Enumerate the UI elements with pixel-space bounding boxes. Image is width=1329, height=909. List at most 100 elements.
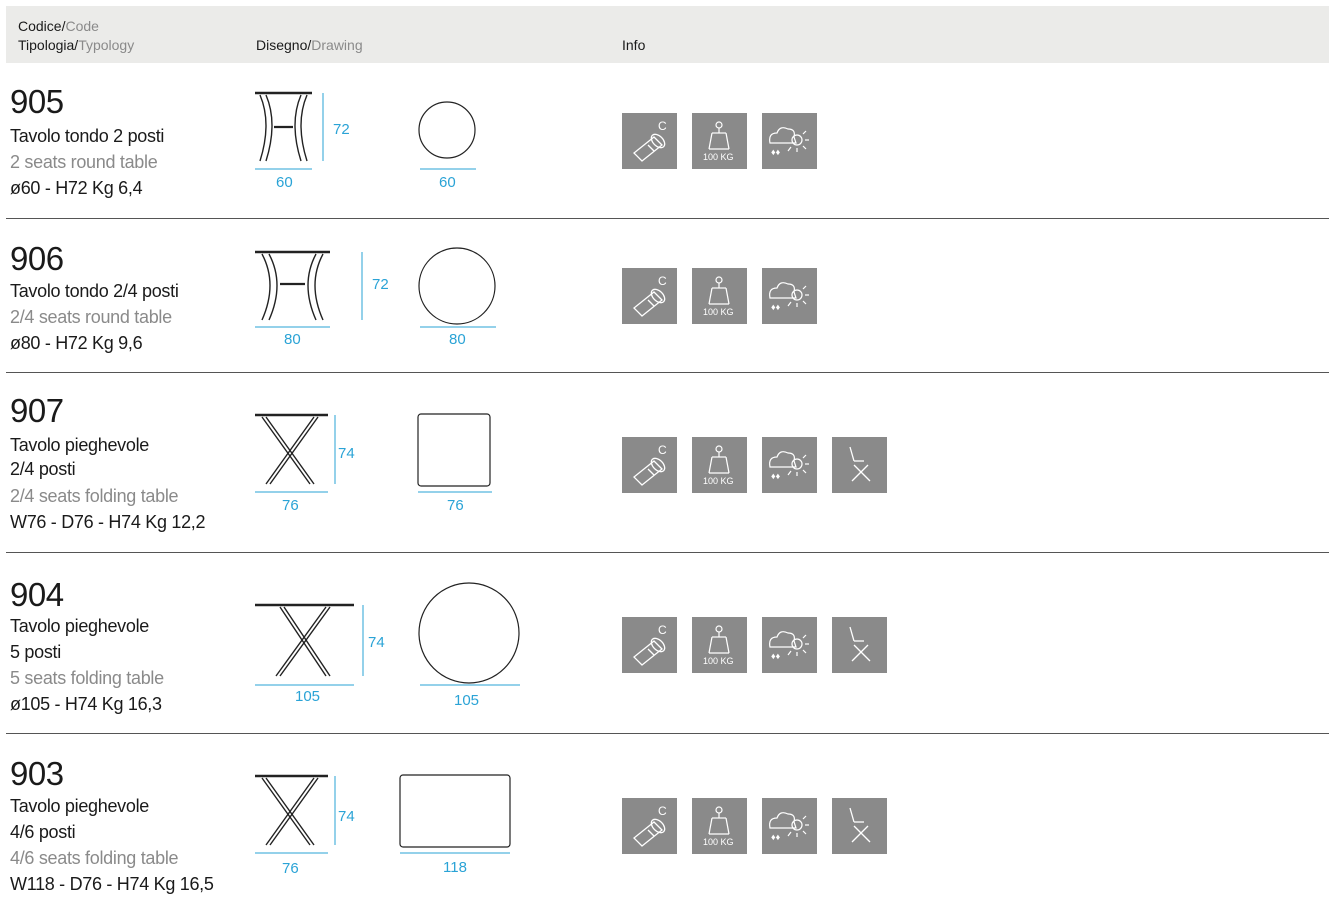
top-view	[418, 582, 520, 684]
load-label: 100 KG	[703, 152, 734, 162]
load-100kg-icon: 100 KG	[692, 798, 747, 854]
header-typology-it: Tipologia/	[18, 37, 79, 53]
svg-text:♦♦: ♦♦	[771, 147, 781, 157]
folding-icon	[832, 437, 887, 493]
side-view	[255, 91, 312, 162]
outdoor-weather-icon: ♦♦	[762, 113, 817, 169]
outdoor-weather-icon: ♦♦	[762, 437, 817, 493]
load-label: 100 KG	[703, 476, 734, 486]
product-name-en: 4/6 seats folding table	[10, 848, 179, 868]
header-typology-en: Typology	[78, 37, 135, 53]
product-name-it-2: 2/4 posti	[10, 459, 76, 479]
top-dim: 76	[447, 497, 464, 514]
product-specs: ø80 - H72 Kg 9,6	[10, 333, 143, 353]
header-code: Codice/Code	[18, 18, 99, 35]
top-dim: 105	[454, 692, 479, 709]
product-row-905: 905 Tavolo tondo 2 posti 2 seats round t…	[0, 63, 1329, 218]
load-100kg-icon: 100 KG	[692, 617, 747, 673]
height-dim: 74	[338, 808, 355, 825]
width-dim: 76	[282, 497, 299, 514]
top-view	[418, 247, 496, 325]
load-100kg-icon: 100 KG	[692, 437, 747, 493]
top-view	[417, 413, 491, 487]
svg-text:♦♦: ♦♦	[771, 471, 781, 481]
folding-icon	[832, 617, 887, 673]
product-name-it-2: 4/6 posti	[10, 822, 76, 842]
coating-icon: C	[622, 268, 677, 324]
coating-icon: C	[622, 798, 677, 854]
height-dim: 72	[372, 276, 389, 293]
product-code: 903	[10, 755, 64, 792]
technical-drawing: 72 80 80	[255, 247, 496, 348]
width-dim: 60	[276, 174, 293, 191]
product-specs: W76 - D76 - H74 Kg 12,2	[10, 512, 206, 532]
height-dim: 74	[338, 445, 355, 462]
height-dim: 74	[368, 634, 385, 651]
top-dim: 118	[443, 859, 467, 876]
height-dim: 72	[333, 121, 350, 138]
load-label: 100 KG	[703, 837, 734, 847]
outdoor-weather-icon: ♦♦	[762, 617, 817, 673]
svg-text:C: C	[658, 804, 667, 818]
product-name-it-2: 5 posti	[10, 642, 61, 662]
header-typology: Tipologia/Typology	[18, 37, 134, 54]
table-header: Codice/Code Tipologia/Typology Disegno/D…	[6, 6, 1329, 63]
product-name-it: Tavolo pieghevole	[10, 616, 150, 636]
product-specs: ø105 - H74 Kg 16,3	[10, 694, 162, 714]
side-view	[255, 250, 330, 321]
coating-icon: C	[622, 437, 677, 493]
side-view	[255, 413, 328, 485]
product-specs: W118 - D76 - H74 Kg 16,5	[10, 874, 214, 894]
load-label: 100 KG	[703, 656, 734, 666]
outdoor-weather-icon: ♦♦	[762, 798, 817, 854]
side-view	[255, 603, 354, 677]
top-view	[418, 101, 476, 159]
width-dim: 105	[295, 688, 320, 705]
svg-text:C: C	[658, 119, 667, 133]
load-label: 100 KG	[703, 307, 734, 317]
header-code-it: Codice/	[18, 18, 66, 34]
product-name-it: Tavolo pieghevole	[10, 796, 150, 816]
load-100kg-icon: 100 KG	[692, 113, 747, 169]
width-dim: 76	[282, 860, 299, 877]
technical-drawing: 72 60 60	[255, 91, 476, 191]
svg-text:C: C	[658, 274, 667, 288]
technical-drawing: 74 76 76	[255, 413, 492, 514]
product-row-907: 907 Tavolo pieghevole 2/4 posti 2/4 seat…	[0, 372, 1329, 552]
svg-text:C: C	[658, 443, 667, 457]
product-specs: ø60 - H72 Kg 6,4	[10, 178, 143, 198]
coating-icon: C	[622, 113, 677, 169]
header-drawing-it: Disegno/	[256, 37, 312, 53]
side-view	[255, 774, 328, 846]
top-dim: 80	[449, 331, 466, 348]
product-row-904: 904 Tavolo pieghevole 5 posti 5 seats fo…	[0, 552, 1329, 733]
header-drawing: Disegno/Drawing	[256, 37, 363, 54]
product-row-906: 906 Tavolo tondo 2/4 posti 2/4 seats rou…	[0, 218, 1329, 372]
header-info: Info	[622, 37, 646, 53]
svg-text:♦♦: ♦♦	[771, 832, 781, 842]
load-100kg-icon: 100 KG	[692, 268, 747, 324]
technical-drawing: 74 105 105	[255, 582, 520, 709]
top-dim: 60	[439, 174, 456, 191]
header-drawing-en: Drawing	[311, 37, 363, 53]
product-code: 905	[10, 83, 64, 120]
svg-text:♦♦: ♦♦	[771, 302, 781, 312]
technical-drawing: 74 76 118	[255, 774, 511, 877]
coating-icon: C	[622, 617, 677, 673]
product-name-en: 5 seats folding table	[10, 668, 164, 688]
product-code: 904	[10, 576, 64, 613]
product-name-it: Tavolo tondo 2 posti	[10, 126, 165, 146]
width-dim: 80	[284, 331, 301, 348]
outdoor-weather-icon: ♦♦	[762, 268, 817, 324]
product-code: 906	[10, 240, 64, 277]
top-view	[399, 774, 511, 848]
header-code-en: Code	[65, 18, 99, 34]
product-name-en: 2/4 seats round table	[10, 307, 172, 327]
svg-text:C: C	[658, 623, 667, 637]
product-name-en: 2/4 seats folding table	[10, 486, 179, 506]
folding-icon	[832, 798, 887, 854]
product-code: 907	[10, 392, 64, 429]
product-name-it: Tavolo tondo 2/4 posti	[10, 281, 179, 301]
product-name-it: Tavolo pieghevole	[10, 435, 150, 455]
product-name-en: 2 seats round table	[10, 152, 158, 172]
